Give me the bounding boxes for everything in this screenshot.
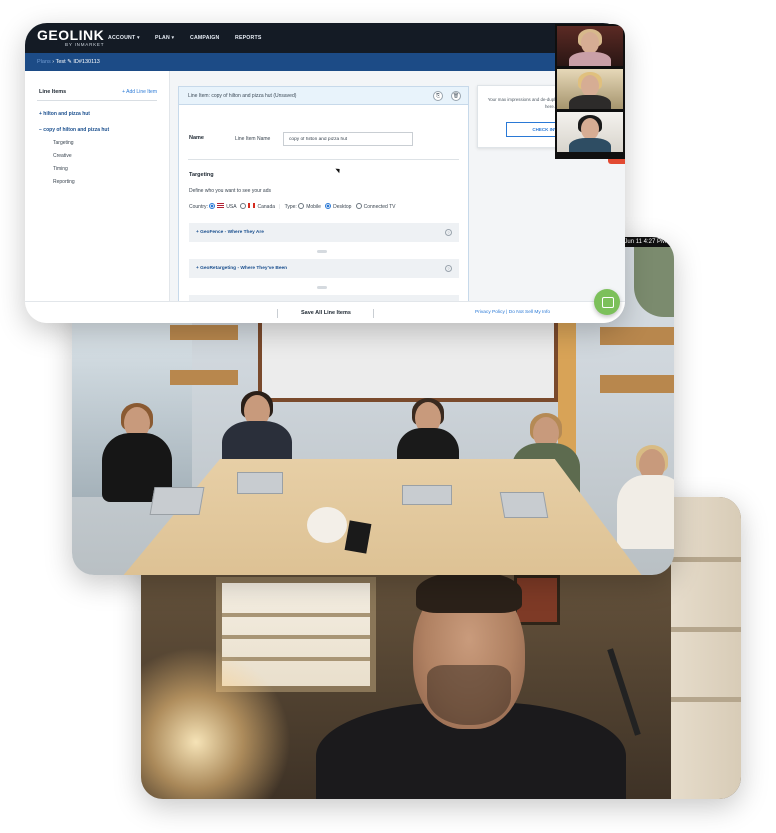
type-desktop-radio[interactable] <box>325 203 332 209</box>
participant-thumbnail-1[interactable] <box>557 26 623 66</box>
sidebar-sub-reporting[interactable]: Reporting <box>53 179 75 185</box>
us-flag-icon <box>217 203 225 208</box>
divider: | <box>279 204 281 210</box>
breadcrumb-plans[interactable]: Plans <box>37 59 51 65</box>
table-vase <box>307 507 347 543</box>
wall-shelf-right <box>600 327 674 345</box>
breadcrumb-plan-name[interactable]: Test <box>56 59 66 65</box>
delete-icon[interactable]: 🗑 <box>451 91 461 101</box>
sidebar-sub-targeting[interactable]: Targeting <box>53 140 74 146</box>
type-mobile-label: Mobile <box>306 204 321 210</box>
desk-lamp <box>607 648 641 736</box>
breadcrumb-bar: Plans › Test ✎ ID#130113 <box>25 53 625 71</box>
help-icon[interactable]: ? <box>445 265 452 272</box>
targeting-heading: Targeting <box>189 172 214 178</box>
accordion-georetargeting-label: + GeoRetargeting - Where They've Been <box>196 266 288 271</box>
sidebar-item-hilton-pizza-hut[interactable]: + hilton and pizza hut <box>39 111 90 117</box>
privacy-link[interactable]: Privacy Policy | Do Not Sell My Info <box>475 302 550 323</box>
type-mobile-radio[interactable] <box>298 203 305 209</box>
geolink-app-window: GEOLINK BY INMARKET ACCOUNT ▾ PLAN ▾ CAM… <box>25 23 625 323</box>
nav-plan[interactable]: PLAN ▾ <box>155 23 174 53</box>
sidebar-heading: Line Items <box>39 89 67 95</box>
targeting-description: Define who you want to see your ads <box>189 188 271 194</box>
name-section-label: Name <box>189 135 204 141</box>
country-canada-label: Canada <box>257 204 275 210</box>
panel-title: Line Item: copy of hilton and pizza hut … <box>188 93 297 99</box>
divider <box>373 309 374 318</box>
participant-5 <box>617 445 674 549</box>
save-all-line-items-button[interactable]: Save All Line Items <box>301 302 351 323</box>
canada-flag-icon <box>248 203 256 208</box>
accordion-separator-and <box>317 250 327 253</box>
help-icon[interactable]: ? <box>445 229 452 236</box>
geolink-logo[interactable]: GEOLINK BY INMARKET <box>37 28 104 48</box>
laptop <box>499 492 549 518</box>
presenter-beard <box>427 665 511 725</box>
copy-icon[interactable]: ⎘ <box>433 91 443 101</box>
logo-wordmark: GEOLINK <box>37 27 105 43</box>
accordion-separator-and <box>317 286 327 289</box>
divider <box>277 309 278 318</box>
nav-account[interactable]: ACCOUNT ▾ <box>108 23 140 53</box>
wall-shelf-left <box>170 325 238 340</box>
wall-map <box>634 247 674 317</box>
accordion-geofence-label: + GeoFence - Where They Are <box>196 230 264 235</box>
add-line-item-link[interactable]: + Add Line Item <box>122 89 157 95</box>
divider <box>188 159 459 160</box>
accordion-georetargeting[interactable]: + GeoRetargeting - Where They've Been ? <box>189 259 459 278</box>
nav-reports[interactable]: REPORTS <box>235 23 261 53</box>
bookshelf <box>671 497 741 799</box>
type-desktop-label: Desktop <box>333 204 352 210</box>
country-usa-radio[interactable] <box>209 203 216 209</box>
panel-header: Line Item: copy of hilton and pizza hut … <box>179 87 468 105</box>
type-connected-tv-radio[interactable] <box>355 203 362 209</box>
nav-campaign[interactable]: CAMPAIGN <box>190 23 219 53</box>
country-usa-label: USA <box>226 204 237 210</box>
laptop <box>237 472 283 494</box>
country-canada-radio[interactable] <box>240 203 247 209</box>
chat-bubble-icon[interactable] <box>594 289 620 315</box>
sidebar-sub-timing[interactable]: Timing <box>53 166 68 172</box>
sidebar-sub-creative[interactable]: Creative <box>53 153 72 159</box>
participant-thumbnails <box>555 24 625 159</box>
accordion-geofence[interactable]: + GeoFence - Where They Are ? <box>189 223 459 242</box>
line-item-panel: Line Item: copy of hilton and pizza hut … <box>178 86 469 314</box>
top-navigation-bar: GEOLINK BY INMARKET ACCOUNT ▾ PLAN ▾ CAM… <box>25 23 625 53</box>
line-item-name-input[interactable] <box>283 132 413 146</box>
country-label: Country: <box>189 204 208 210</box>
line-item-name-label: Line Item Name <box>235 136 271 142</box>
type-label: Type: <box>284 204 297 210</box>
country-type-row: Country: USA Canada | Type: Mobile Deskt… <box>189 203 395 210</box>
participant-thumbnail-3[interactable] <box>557 112 623 152</box>
divider <box>37 100 157 101</box>
sidebar-item-copy-hilton-pizza-hut[interactable]: − copy of hilton and pizza hut <box>39 127 109 133</box>
breadcrumb: Plans › Test ✎ ID#130113 <box>37 53 100 71</box>
type-connected-tv-label: Connected TV <box>363 204 396 210</box>
footer-bar: Save All Line Items Privacy Policy | Do … <box>25 301 625 323</box>
presenter-hair <box>416 571 522 613</box>
participant-thumbnail-2[interactable] <box>557 69 623 109</box>
laptop <box>149 487 205 515</box>
laptop <box>402 485 452 505</box>
line-items-sidebar: Line Items + Add Line Item + hilton and … <box>25 71 170 301</box>
breadcrumb-plan-id: ID#130113 <box>73 59 100 65</box>
